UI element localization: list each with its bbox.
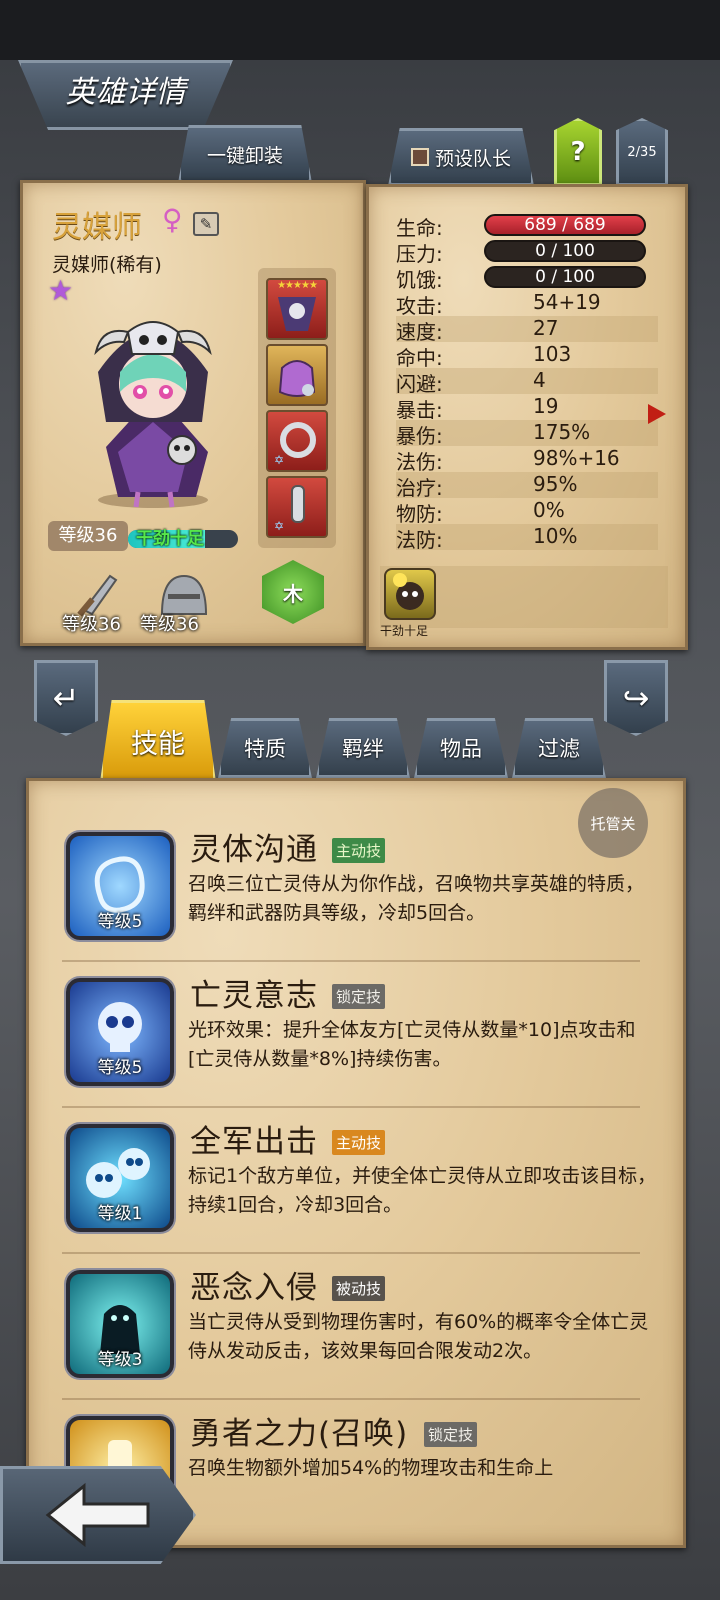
skill-icon-undead-will: 等级5 xyxy=(66,978,174,1086)
skill-item[interactable]: 等级3 恶念入侵 被动技 当亡灵侍从受到物理伤害时，有60%的概率令全体亡灵侍从… xyxy=(62,1258,662,1406)
expand-stats-arrow-icon[interactable] xyxy=(648,404,666,424)
buff-label: 干劲十足 xyxy=(380,624,429,638)
hp-bar: 689 / 689 xyxy=(484,214,646,236)
stat-row: 暴伤: 175% xyxy=(396,420,658,448)
stat-row: 攻击: 54+19 xyxy=(396,290,601,318)
star-icon: ★ xyxy=(48,274,74,307)
divider xyxy=(62,1106,640,1108)
hunger-bar: 0 / 100 xyxy=(484,266,646,288)
stat-row: 命中: 103 xyxy=(396,342,572,370)
weapon-slot[interactable]: 等级36 xyxy=(50,570,140,640)
tab-traits[interactable]: 特质 xyxy=(218,718,312,778)
hero-portrait xyxy=(78,302,228,512)
stat-row: 闪避: 4 xyxy=(396,368,658,396)
equip-slot-vial[interactable]: ✡ xyxy=(266,476,328,538)
stat-hp: 生命: 689 / 689 xyxy=(396,212,658,240)
cape-icon xyxy=(278,297,316,331)
tab-filter[interactable]: 过滤 xyxy=(512,718,606,778)
preset-captain-button[interactable]: 预设队长 xyxy=(388,128,534,186)
divider xyxy=(62,960,640,962)
skill-item[interactable]: 等级5 亡灵意志 锁定技 光环效果：提升全体友方[亡灵侍从数量*10]点攻击和[… xyxy=(62,966,662,1114)
tab-bonds[interactable]: 羁绊 xyxy=(316,718,410,778)
back-button[interactable] xyxy=(0,1466,196,1564)
help-button[interactable]: ? xyxy=(554,118,602,186)
buff-icon[interactable] xyxy=(384,568,436,620)
stat-row: 速度: 27 xyxy=(396,316,658,344)
skill-icon-spirit-hand: 等级5 xyxy=(66,832,174,940)
next-hero-button[interactable]: ↪ xyxy=(604,660,668,736)
skill-icon-all-out-attack: 等级1 xyxy=(66,1124,174,1232)
divider xyxy=(62,1252,640,1254)
forward-arrow-icon: ↪ xyxy=(622,679,650,717)
pouch-icon xyxy=(278,360,316,397)
skill-icon-malice-invasion: 等级3 xyxy=(66,1270,174,1378)
hero-trait-label: 干劲十足 xyxy=(136,529,204,549)
ring-icon: ✡ xyxy=(274,422,316,467)
stat-row: 治疗: 95% xyxy=(396,472,658,500)
stat-row: 暴击: 19 xyxy=(396,394,559,422)
page-title: 英雄详情 xyxy=(65,75,186,110)
weapon-level: 等级36 xyxy=(62,614,121,635)
back-arrow-icon xyxy=(45,1482,150,1548)
motivated-face-icon xyxy=(393,573,424,610)
divider xyxy=(62,1398,640,1400)
rename-icon[interactable]: ✎ xyxy=(193,212,219,236)
prev-hero-button[interactable]: ↵ xyxy=(34,660,98,736)
hero-level-badge: 等级36 xyxy=(48,521,128,551)
tab-items[interactable]: 物品 xyxy=(414,718,508,778)
stat-row: 物防: 0% xyxy=(396,498,565,526)
unequip-all-button[interactable]: 一键卸装 xyxy=(178,125,312,183)
skill-item[interactable]: 等级5 灵体沟通 主动技 召唤三位亡灵侍从为你作战，召唤物共享英雄的特质，羁绊和… xyxy=(62,820,662,968)
stat-row: 法防: 10% xyxy=(396,524,658,552)
hero-class-rarity: 灵媒师(稀有) xyxy=(52,254,162,276)
skill-item[interactable]: 等级1 全军出击 主动技 标记1个敌方单位，并使全体亡灵侍从立即攻击该目标，持续… xyxy=(62,1112,662,1260)
stat-row: 法伤: 98%+16 xyxy=(396,446,620,474)
page-counter: 2/35 xyxy=(616,118,668,186)
equip-slot-cape[interactable]: ★★★★★ xyxy=(266,278,328,340)
hero-name: 灵媒师 xyxy=(52,210,142,245)
svg-text:✡: ✡ xyxy=(274,519,284,533)
armor-level: 等级36 xyxy=(140,614,199,635)
tab-skills[interactable]: 技能 xyxy=(100,700,216,782)
svg-text:✡: ✡ xyxy=(274,453,284,467)
stress-bar: 0 / 100 xyxy=(484,240,646,262)
equip-slot-pouch[interactable] xyxy=(266,344,328,406)
rating-stars: ★★★★★ xyxy=(277,280,318,291)
equip-slot-ring[interactable]: ✡ xyxy=(266,410,328,472)
female-icon: ♀ xyxy=(162,203,183,236)
back-arrow-icon: ↵ xyxy=(52,679,80,717)
checkbox-icon xyxy=(410,148,429,166)
stat-hunger: 饥饿: 0 / 100 xyxy=(396,264,658,292)
stat-stress: 压力: 0 / 100 xyxy=(396,238,658,266)
armor-slot[interactable]: 等级36 xyxy=(138,570,228,640)
page-title-plate: 英雄详情 xyxy=(18,60,233,130)
vial-icon: ✡ xyxy=(274,485,305,533)
